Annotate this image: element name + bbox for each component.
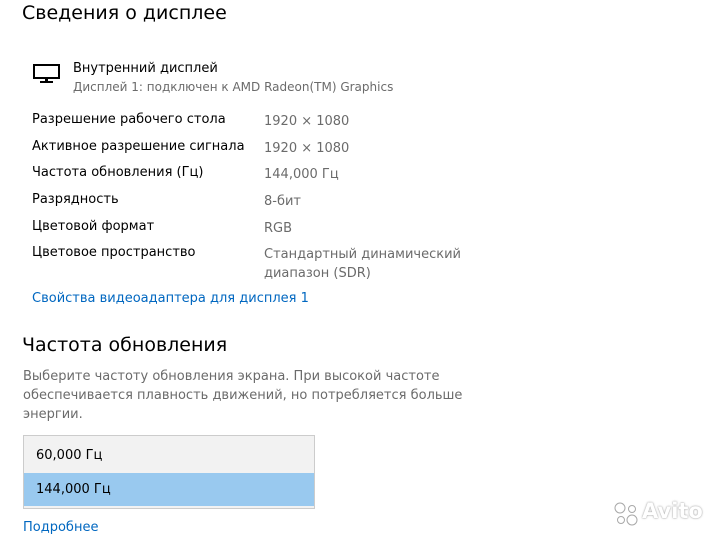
display-connection: Дисплей 1: подключен к AMD Radeon(TM) Gr… [73, 80, 394, 94]
info-label: Разрядность [32, 192, 119, 207]
refresh-rate-heading: Частота обновления [22, 334, 228, 356]
info-value: 1920 × 1080 [264, 141, 350, 156]
avito-watermark: Avito [612, 497, 712, 531]
refresh-option-60[interactable]: 60,000 Гц [24, 439, 314, 472]
display-name: Внутренний дисплей [73, 61, 218, 76]
info-label: Активное разрешение сигнала [32, 139, 245, 154]
info-value: 8-бит [264, 194, 302, 209]
info-label: Цветовое пространство [32, 245, 196, 260]
info-value: 1920 × 1080 [264, 114, 350, 129]
learn-more-link[interactable]: Подробнее [23, 520, 98, 535]
info-value: Стандартный динамический диапазон (SDR) [264, 247, 461, 281]
refresh-rate-dropdown[interactable]: 60,000 Гц 144,000 Гц [23, 435, 315, 509]
info-value: RGB [264, 221, 293, 236]
adapter-properties-link[interactable]: Свойства видеоадаптера для дисплея 1 [32, 291, 309, 306]
info-label: Частота обновления (Гц) [32, 165, 204, 180]
avito-watermark-text: Avito [642, 499, 703, 523]
page-title: Сведения о дисплее [22, 2, 227, 24]
info-label: Цветовой формат [32, 219, 155, 234]
avito-logo-icon [614, 502, 638, 526]
refresh-option-144[interactable]: 144,000 Гц [24, 473, 314, 506]
monitor-icon [33, 64, 60, 83]
info-label: Разрешение рабочего стола [32, 112, 226, 127]
info-value: 144,000 Гц [264, 167, 339, 182]
refresh-rate-description: Выберите частоту обновления экрана. При … [23, 369, 463, 422]
